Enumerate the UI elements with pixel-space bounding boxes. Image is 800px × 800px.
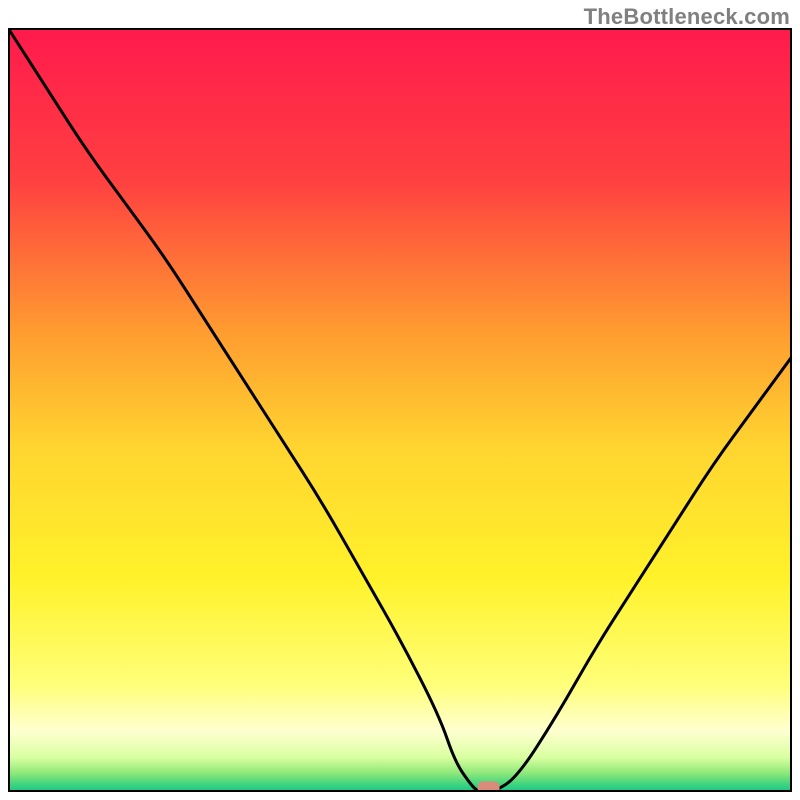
chart-container: TheBottleneck.com [0,0,800,800]
watermark-text: TheBottleneck.com [584,4,790,30]
bottleneck-chart [8,28,792,792]
plot-area [8,28,792,792]
gradient-background [8,28,792,792]
